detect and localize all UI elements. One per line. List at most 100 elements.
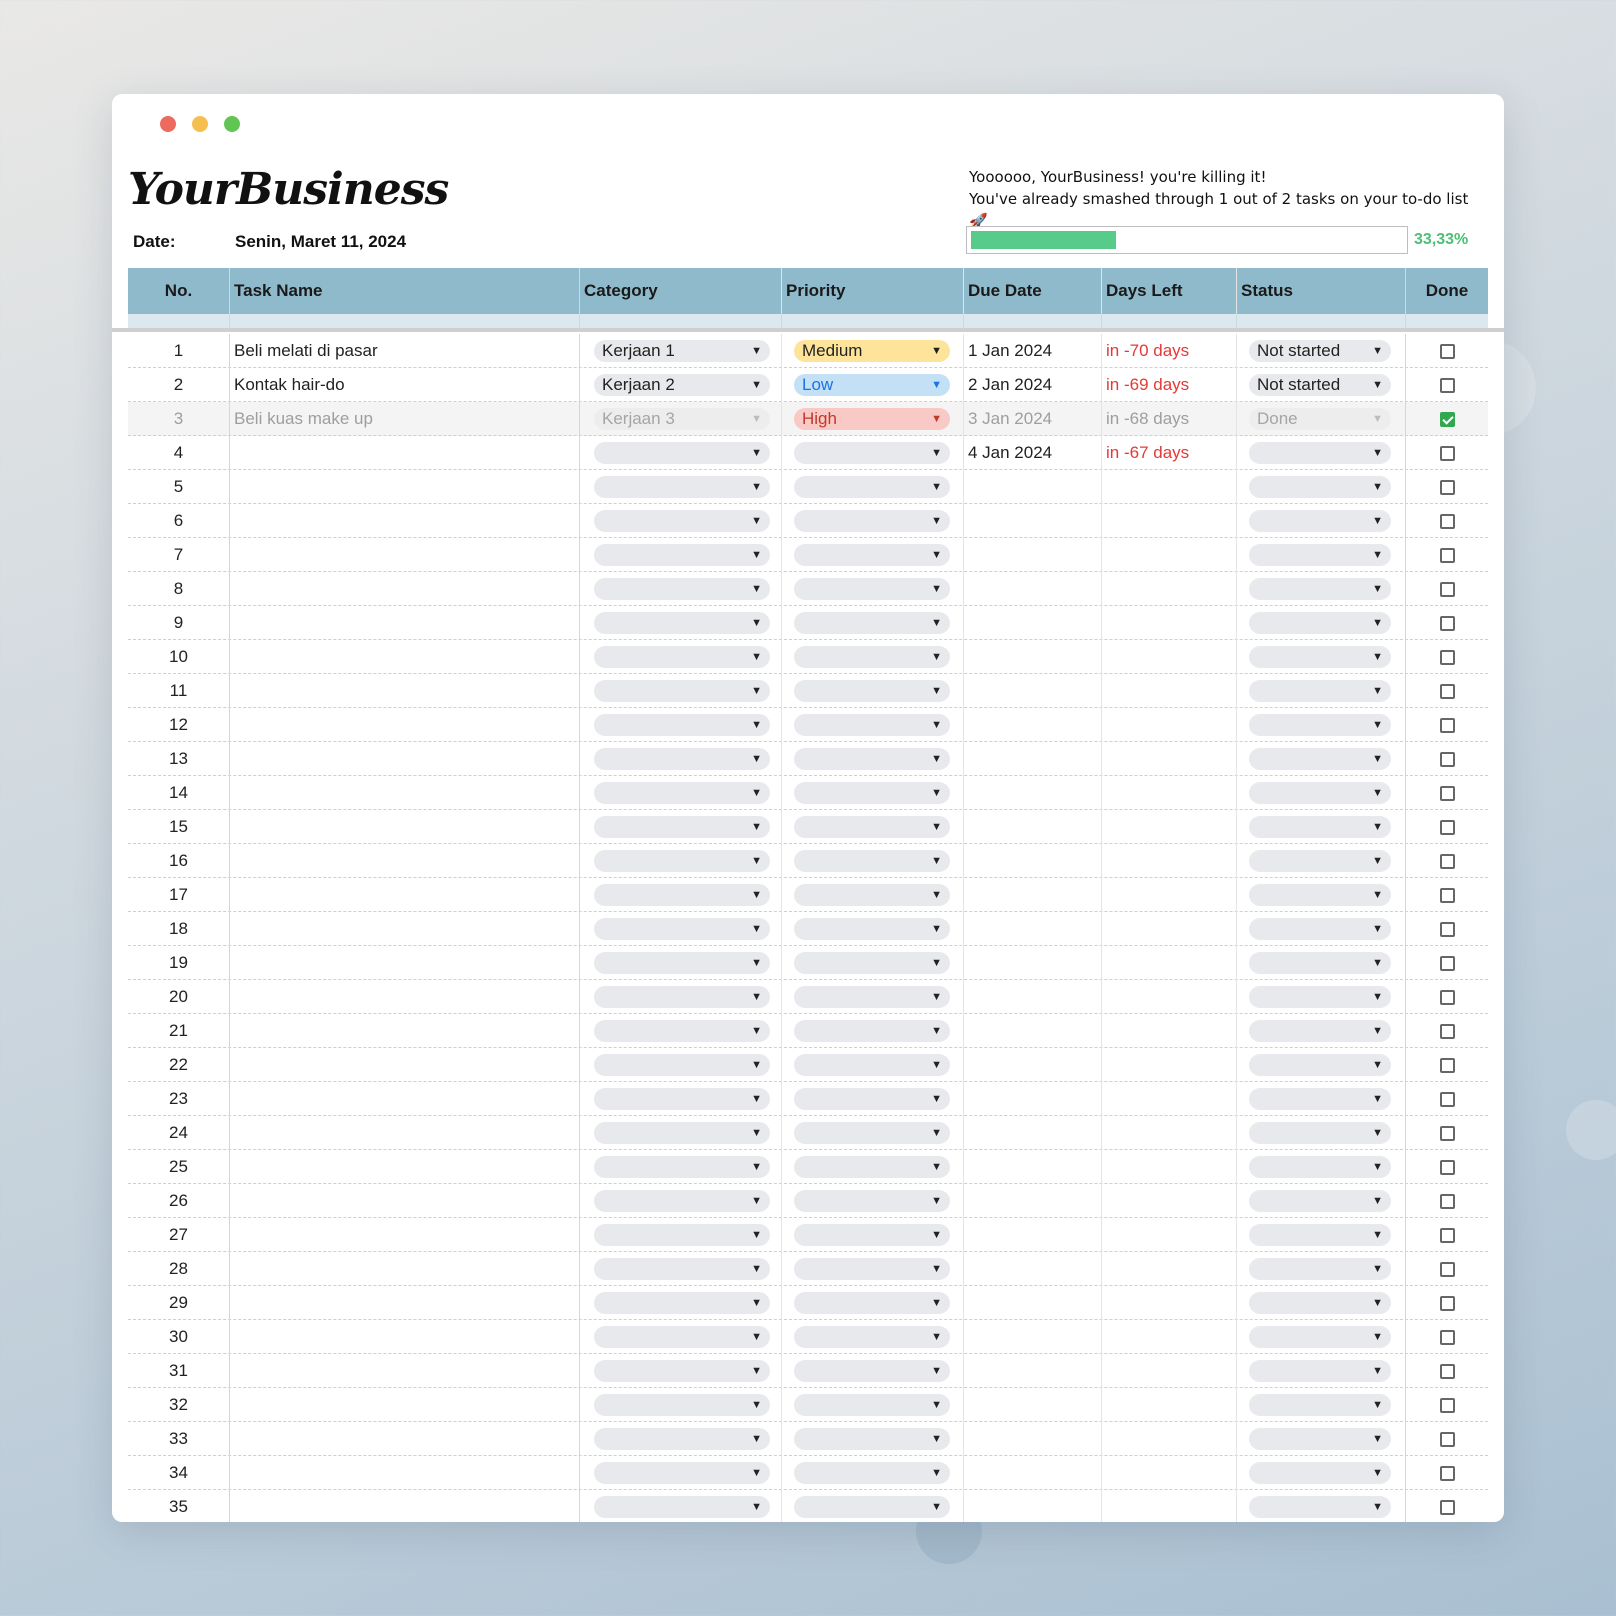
status-dropdown[interactable]: ▼ [1249, 918, 1391, 941]
due-date-cell[interactable] [964, 1455, 1102, 1490]
category-dropdown[interactable]: ▼ [594, 1088, 770, 1111]
category-dropdown[interactable]: ▼ [594, 1360, 770, 1383]
category-dropdown[interactable]: ▼ [594, 748, 770, 771]
status-dropdown[interactable]: ▼ [1249, 646, 1391, 669]
due-date-cell[interactable]: 2 Jan 2024 [964, 367, 1102, 402]
status-dropdown[interactable]: ▼ [1249, 816, 1391, 839]
status-dropdown[interactable]: ▼ [1249, 612, 1391, 635]
done-checkbox[interactable] [1439, 513, 1455, 529]
column-header-due-date[interactable]: Due Date [964, 268, 1102, 314]
priority-dropdown[interactable]: ▼ [794, 1156, 950, 1179]
done-checkbox[interactable] [1439, 1193, 1455, 1209]
priority-dropdown[interactable]: ▼ [794, 1326, 950, 1349]
task-name-cell[interactable] [230, 1285, 580, 1320]
category-dropdown[interactable]: ▼ [594, 578, 770, 601]
done-checkbox[interactable] [1439, 989, 1455, 1005]
category-dropdown[interactable]: ▼ [594, 816, 770, 839]
column-header-days-left[interactable]: Days Left [1102, 268, 1237, 314]
category-dropdown[interactable]: ▼ [594, 476, 770, 499]
priority-dropdown[interactable]: ▼ [794, 748, 950, 771]
priority-dropdown[interactable]: ▼ [794, 510, 950, 533]
done-checkbox[interactable] [1439, 1091, 1455, 1107]
category-dropdown[interactable]: ▼ [594, 1122, 770, 1145]
due-date-cell[interactable] [964, 775, 1102, 810]
due-date-cell[interactable]: 3 Jan 2024 [964, 401, 1102, 436]
priority-dropdown[interactable]: ▼ [794, 1360, 950, 1383]
status-dropdown[interactable]: ▼ [1249, 1190, 1391, 1213]
column-header-category[interactable]: Category [580, 268, 782, 314]
status-dropdown[interactable]: ▼ [1249, 1054, 1391, 1077]
priority-dropdown[interactable]: ▼ [794, 578, 950, 601]
task-name-cell[interactable] [230, 503, 580, 538]
due-date-cell[interactable] [964, 1217, 1102, 1252]
task-name-cell[interactable]: Kontak hair-do [230, 367, 580, 402]
due-date-cell[interactable] [964, 639, 1102, 674]
status-dropdown[interactable]: ▼ [1249, 476, 1391, 499]
done-checkbox[interactable] [1439, 1465, 1455, 1481]
category-dropdown[interactable]: Kerjaan 3 ▼ [594, 408, 770, 431]
status-dropdown[interactable]: ▼ [1249, 714, 1391, 737]
due-date-cell[interactable] [964, 503, 1102, 538]
category-dropdown[interactable]: ▼ [594, 918, 770, 941]
category-dropdown[interactable]: ▼ [594, 884, 770, 907]
due-date-cell[interactable] [964, 1115, 1102, 1150]
priority-dropdown[interactable]: High ▼ [794, 408, 950, 431]
due-date-cell[interactable] [964, 877, 1102, 912]
due-date-cell[interactable] [964, 1013, 1102, 1048]
category-dropdown[interactable]: ▼ [594, 1190, 770, 1213]
status-dropdown[interactable]: ▼ [1249, 850, 1391, 873]
status-dropdown[interactable]: ▼ [1249, 1428, 1391, 1451]
category-dropdown[interactable]: ▼ [594, 1054, 770, 1077]
category-dropdown[interactable]: ▼ [594, 646, 770, 669]
category-dropdown[interactable]: ▼ [594, 714, 770, 737]
minimize-window-button[interactable] [192, 116, 208, 132]
category-dropdown[interactable]: ▼ [594, 1462, 770, 1485]
status-dropdown[interactable]: ▼ [1249, 748, 1391, 771]
task-name-cell[interactable] [230, 1353, 580, 1388]
task-name-cell[interactable] [230, 1319, 580, 1354]
done-checkbox[interactable] [1439, 581, 1455, 597]
task-name-cell[interactable] [230, 571, 580, 606]
done-checkbox[interactable] [1439, 377, 1455, 393]
priority-dropdown[interactable]: ▼ [794, 1428, 950, 1451]
priority-dropdown[interactable]: ▼ [794, 612, 950, 635]
status-dropdown[interactable]: ▼ [1249, 884, 1391, 907]
priority-dropdown[interactable]: ▼ [794, 1496, 950, 1519]
done-checkbox[interactable] [1439, 955, 1455, 971]
done-checkbox[interactable] [1439, 921, 1455, 937]
task-name-cell[interactable] [230, 1115, 580, 1150]
due-date-cell[interactable] [964, 1285, 1102, 1320]
category-dropdown[interactable]: ▼ [594, 1156, 770, 1179]
done-checkbox[interactable] [1439, 343, 1455, 359]
category-dropdown[interactable]: ▼ [594, 510, 770, 533]
done-checkbox[interactable] [1439, 1159, 1455, 1175]
category-dropdown[interactable]: ▼ [594, 782, 770, 805]
category-dropdown[interactable]: ▼ [594, 1258, 770, 1281]
done-checkbox[interactable] [1439, 1227, 1455, 1243]
priority-dropdown[interactable]: ▼ [794, 680, 950, 703]
task-name-cell[interactable] [230, 945, 580, 980]
due-date-cell[interactable] [964, 911, 1102, 946]
status-dropdown[interactable]: ▼ [1249, 1360, 1391, 1383]
priority-dropdown[interactable]: ▼ [794, 1292, 950, 1315]
task-name-cell[interactable] [230, 1387, 580, 1422]
task-name-cell[interactable] [230, 1081, 580, 1116]
priority-dropdown[interactable]: ▼ [794, 918, 950, 941]
priority-dropdown[interactable]: ▼ [794, 1224, 950, 1247]
task-name-cell[interactable] [230, 1421, 580, 1456]
status-dropdown[interactable]: ▼ [1249, 1224, 1391, 1247]
done-checkbox[interactable] [1439, 819, 1455, 835]
task-name-cell[interactable] [230, 1489, 580, 1522]
status-dropdown[interactable]: ▼ [1249, 952, 1391, 975]
close-window-button[interactable] [160, 116, 176, 132]
priority-dropdown[interactable]: ▼ [794, 1088, 950, 1111]
priority-dropdown[interactable]: ▼ [794, 476, 950, 499]
status-dropdown[interactable]: ▼ [1249, 1326, 1391, 1349]
task-name-cell[interactable] [230, 775, 580, 810]
category-dropdown[interactable]: ▼ [594, 1428, 770, 1451]
due-date-cell[interactable] [964, 1047, 1102, 1082]
due-date-cell[interactable] [964, 945, 1102, 980]
priority-dropdown[interactable]: ▼ [794, 816, 950, 839]
status-dropdown[interactable]: Not started ▼ [1249, 340, 1391, 363]
status-dropdown[interactable]: Not started ▼ [1249, 374, 1391, 397]
